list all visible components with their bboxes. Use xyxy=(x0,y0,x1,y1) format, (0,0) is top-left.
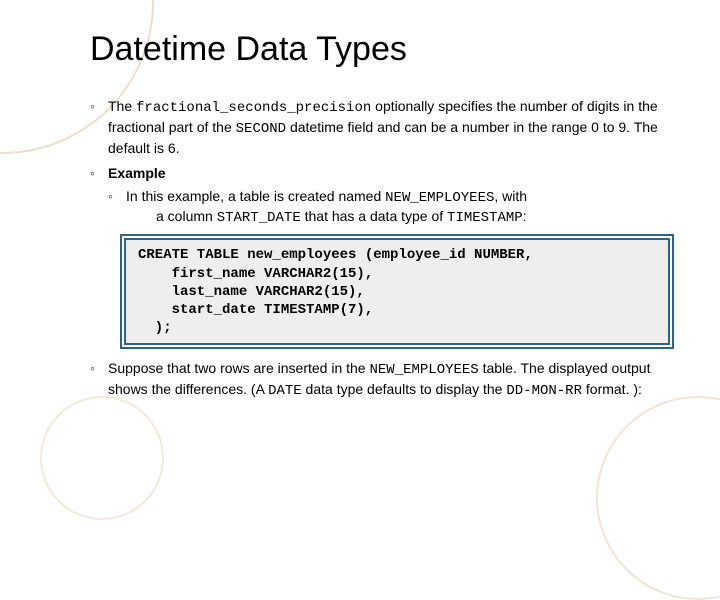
code-inline: fractional_seconds_precision xyxy=(136,100,371,116)
code-inline: SECOND xyxy=(236,121,286,137)
sub-bullet-1: In this example, a table is created name… xyxy=(108,187,670,229)
code-inline: NEW_EMPLOYEES xyxy=(385,190,494,206)
indented-line: a column START_DATE that has a data type… xyxy=(156,207,670,228)
code-inline: DD-MON-RR xyxy=(506,383,582,399)
bullet-1: The fractional_seconds_precision optiona… xyxy=(90,97,670,158)
example-label: Example xyxy=(108,165,166,181)
text: Suppose that two rows are inserted in th… xyxy=(108,360,369,376)
text: , with xyxy=(494,188,527,204)
text: The xyxy=(108,98,136,114)
text: that has a data type of xyxy=(301,208,447,224)
bullet-list-2: Suppose that two rows are inserted in th… xyxy=(90,359,670,401)
slide-content: Datetime Data Types The fractional_secon… xyxy=(0,0,720,427)
sub-bullet-list: In this example, a table is created name… xyxy=(108,187,670,229)
code-inline: START_DATE xyxy=(217,210,301,226)
slide-title: Datetime Data Types xyxy=(90,30,670,69)
text: In this example, a table is created name… xyxy=(126,188,385,204)
text: data type defaults to display the xyxy=(302,381,507,397)
bullet-3: Suppose that two rows are inserted in th… xyxy=(90,359,670,401)
code-inline: NEW_EMPLOYEES xyxy=(369,362,478,378)
code-inline: DATE xyxy=(268,383,302,399)
bullet-2: Example In this example, a table is crea… xyxy=(90,164,670,229)
bullet-list: The fractional_seconds_precision optiona… xyxy=(90,97,670,228)
text: : xyxy=(523,208,527,224)
text: format. ): xyxy=(582,381,642,397)
code-inline: TIMESTAMP xyxy=(447,210,523,226)
text: a column xyxy=(156,208,217,224)
code-block: CREATE TABLE new_employees (employee_id … xyxy=(124,238,670,345)
